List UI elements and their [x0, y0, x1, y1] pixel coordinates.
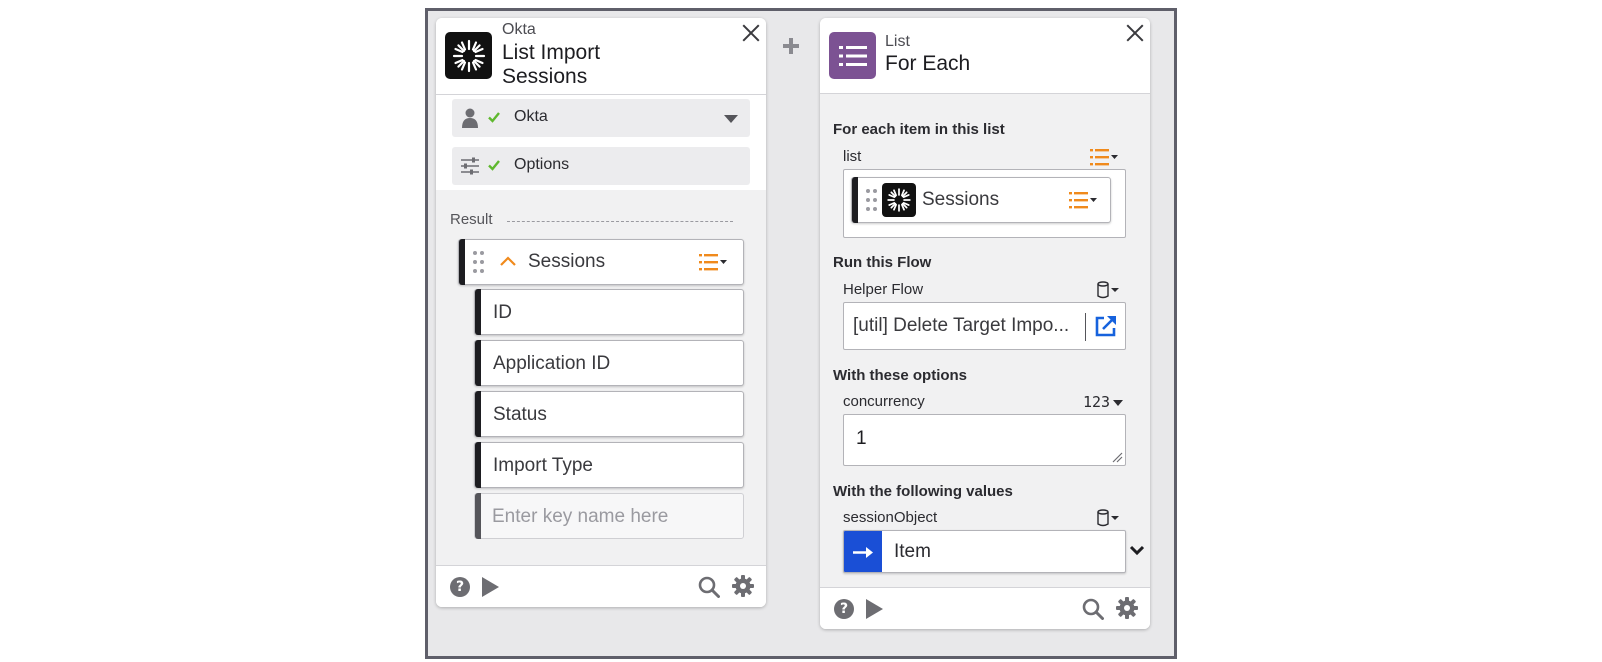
- item-label: Item: [894, 541, 931, 562]
- help-icon[interactable]: ?: [450, 577, 470, 597]
- concurrency-input[interactable]: 1: [843, 414, 1126, 466]
- options-label: Options: [514, 156, 570, 173]
- key-label: Status: [493, 404, 547, 425]
- search-icon[interactable]: [1082, 598, 1104, 620]
- key-row-application-id[interactable]: Application ID: [474, 340, 744, 386]
- options-accordion[interactable]: Options: [452, 147, 750, 185]
- section-values-label: With the following values: [833, 483, 1013, 500]
- for-each-card: List For Each For each item in this list…: [820, 18, 1150, 629]
- key-row-import-type[interactable]: Import Type: [474, 442, 744, 488]
- play-icon[interactable]: [866, 599, 883, 619]
- list-type-icon[interactable]: [1069, 191, 1097, 209]
- result-sessions-pill[interactable]: Sessions: [458, 239, 744, 285]
- cylinder-icon[interactable]: [1097, 509, 1125, 527]
- concurrency-label: concurrency: [843, 393, 925, 410]
- list-dropzone[interactable]: Sessions: [843, 169, 1126, 238]
- key-row-id[interactable]: ID: [474, 289, 744, 335]
- result-divider: [507, 221, 733, 222]
- key-label: Import Type: [493, 455, 593, 476]
- session-object-label: sessionObject: [843, 509, 938, 526]
- section-options-label: With these options: [833, 367, 968, 384]
- sliders-icon: [461, 157, 479, 175]
- check-icon: [488, 160, 500, 171]
- card-title-line2: Sessions: [502, 65, 588, 88]
- card-app-name: List: [885, 33, 910, 50]
- card-body: For each item in this list list Sessions…: [820, 94, 1150, 587]
- caret-down-icon[interactable]: [1113, 400, 1123, 406]
- resize-handle-icon[interactable]: [1112, 452, 1123, 463]
- list-type-icon[interactable]: [699, 253, 727, 271]
- search-icon[interactable]: [698, 576, 720, 598]
- list-sessions-pill[interactable]: Sessions: [851, 177, 1111, 223]
- help-icon[interactable]: ?: [834, 599, 854, 619]
- item-pill[interactable]: Item: [843, 530, 1126, 573]
- card-footer: ?: [436, 565, 766, 607]
- drag-handle-icon[interactable]: [866, 189, 877, 213]
- arrow-right-icon: [844, 531, 882, 572]
- list-card-icon: [829, 32, 876, 79]
- card-app-name: Okta: [502, 21, 536, 38]
- helper-flow-value: [util] Delete Target Impo...: [853, 315, 1070, 336]
- result-area: Result Sessions ID Application ID Status…: [436, 190, 766, 565]
- cylinder-icon[interactable]: [1097, 281, 1125, 299]
- card-title-line1: List Import: [502, 41, 601, 64]
- external-link-icon[interactable]: [1094, 314, 1118, 338]
- helper-flow-field[interactable]: [util] Delete Target Impo...: [843, 302, 1126, 350]
- list-sessions-label: Sessions: [922, 189, 1000, 210]
- card-footer: ?: [820, 587, 1150, 629]
- gear-icon[interactable]: [1116, 597, 1138, 619]
- okta-logo-icon: [882, 183, 916, 217]
- okta-logo-icon: [445, 32, 492, 79]
- chevron-down-icon[interactable]: [1129, 544, 1145, 556]
- section-list-label: For each item in this list: [833, 121, 1005, 138]
- key-name-input[interactable]: Enter key name here: [474, 493, 744, 539]
- list-field-label: list: [843, 148, 862, 165]
- card-settings: Okta Options: [436, 95, 766, 190]
- user-icon: [462, 108, 478, 128]
- helper-flow-label: Helper Flow: [843, 281, 924, 298]
- close-icon[interactable]: [1126, 24, 1144, 42]
- card-header: Okta List Import Sessions: [436, 18, 766, 95]
- concurrency-value: 1: [856, 428, 867, 449]
- section-flow-label: Run this Flow: [833, 254, 932, 271]
- result-sessions-label: Sessions: [528, 251, 606, 272]
- caret-down-icon[interactable]: [724, 115, 738, 123]
- chevron-up-icon[interactable]: [499, 255, 517, 267]
- card-header: List For Each: [820, 18, 1150, 94]
- gear-icon[interactable]: [732, 575, 754, 597]
- key-name-placeholder: Enter key name here: [492, 506, 669, 527]
- key-label: ID: [493, 302, 512, 323]
- key-row-status[interactable]: Status: [474, 391, 744, 437]
- flow-canvas: Okta List Import Sessions Okta Options R…: [425, 8, 1177, 659]
- connection-label: Okta: [514, 108, 548, 125]
- plus-icon[interactable]: [783, 38, 799, 54]
- okta-card: Okta List Import Sessions Okta Options R…: [436, 18, 766, 607]
- list-type-icon[interactable]: [1090, 148, 1118, 166]
- check-icon: [488, 112, 500, 123]
- close-icon[interactable]: [742, 24, 760, 42]
- card-title: For Each: [885, 52, 971, 75]
- drag-handle-icon[interactable]: [473, 251, 484, 275]
- key-label: Application ID: [493, 353, 611, 374]
- result-label: Result: [450, 211, 493, 228]
- play-icon[interactable]: [482, 577, 499, 597]
- connection-accordion[interactable]: Okta: [452, 99, 750, 137]
- number-type-icon[interactable]: 123: [1083, 393, 1110, 411]
